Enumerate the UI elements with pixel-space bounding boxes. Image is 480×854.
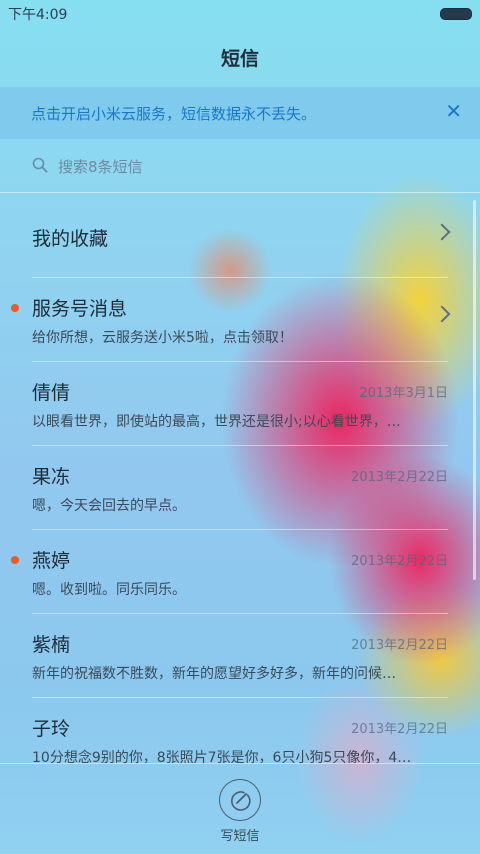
conversation-item[interactable]: 服务号消息 给你所想，云服务送小米5啦，点击领取！ [0,278,480,362]
conversation-item[interactable]: 倩倩 2013年3月1日 以眼看世界，即使站的最高，世界还是很小;以心看世界，… [0,362,480,446]
banner-text[interactable]: 点击开启小米云服务，短信数据永不丢失。 [31,103,316,124]
compose-icon [231,791,251,811]
message-snippet: 以眼看世界，即使站的最高，世界还是很小;以心看世界，… [32,414,401,430]
status-time: 下午4:09 [8,7,68,23]
search-icon [32,157,48,173]
contact-name: 倩倩 [32,382,71,404]
conversation-item[interactable]: 燕婷 2013年2月22日 嗯。收到啦。同乐同乐。 [0,530,480,614]
scrollbar[interactable] [473,200,476,580]
unread-dot [11,304,19,312]
chevron-right-icon [433,305,451,323]
message-snippet: 给你所想，云服务送小米5啦，点击领取！ [32,330,293,346]
message-date: 2013年2月22日 [351,554,448,569]
message-snippet: 新年的祝福数不胜数，新年的愿望好多好多，新年的问候… [32,666,396,682]
message-snippet: 嗯，今天会回去的早点。 [32,498,186,514]
unread-dot [11,556,19,564]
message-date: 2013年3月1日 [359,386,448,401]
conversation-list: 我的收藏 服务号消息 给你所想，云服务送小米5啦，点击领取！ 倩倩 2013年3… [0,194,480,782]
message-date: 2013年2月22日 [351,722,448,737]
page-title: 短信 [220,48,259,70]
contact-name: 子玲 [32,718,71,740]
conversation-item[interactable]: 紫楠 2013年2月22日 新年的祝福数不胜数，新年的愿望好多好多，新年的问候… [0,614,480,698]
favorites-label: 我的收藏 [32,228,109,250]
chevron-right-icon [433,223,451,241]
favorites-item[interactable]: 我的收藏 [0,194,480,278]
message-snippet: 嗯。收到啦。同乐同乐。 [32,582,186,598]
message-date: 2013年2月22日 [351,470,448,485]
search-bar[interactable]: 搜索8条短信 [0,140,480,193]
bottom-bar: 写短信 [0,763,480,854]
close-icon[interactable]: ✕ [445,101,462,121]
contact-name: 服务号消息 [32,298,128,320]
contact-name: 燕婷 [32,550,71,572]
cloud-service-banner[interactable]: 点击开启小米云服务，短信数据永不丢失。 ✕ [0,87,480,139]
battery-icon [440,8,472,20]
conversation-item[interactable]: 果冻 2013年2月22日 嗯，今天会回去的早点。 [0,446,480,530]
status-bar: 下午4:09 [0,0,480,26]
compose-button[interactable] [219,779,261,821]
compose-label[interactable]: 写短信 [0,825,480,844]
contact-name: 紫楠 [32,634,71,656]
message-date: 2013年2月22日 [351,638,448,653]
search-placeholder: 搜索8条短信 [58,158,143,176]
contact-name: 果冻 [32,466,71,488]
